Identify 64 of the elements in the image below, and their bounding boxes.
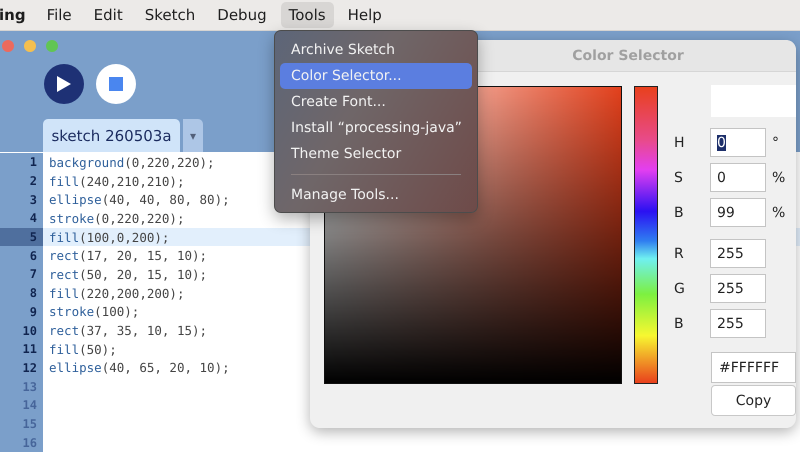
line-number: 15 (0, 414, 43, 434)
line-number: 5 (0, 228, 43, 246)
code-line: rect(37, 35, 10, 15); (48, 323, 208, 338)
input-field[interactable]: 0 (710, 163, 766, 192)
field-label: H (674, 134, 686, 150)
menu-item[interactable]: Tools (280, 2, 334, 28)
line-number: 10 (0, 321, 43, 340)
code-line: rect(17, 20, 15, 10); (48, 248, 208, 264)
input-field[interactable]: 255 (710, 309, 766, 338)
field-label: R (674, 246, 685, 262)
code-line: stroke(0,220,220); (48, 210, 184, 226)
unit-label: % (772, 170, 786, 186)
dialog-title: Color Selector (572, 48, 684, 64)
code-line: fill(100,0,200); (48, 230, 170, 245)
field-label: G (674, 280, 686, 296)
line-number: 7 (0, 265, 43, 284)
code-line: fill(240,210,210); (48, 174, 184, 189)
code-line: stroke(100); (48, 304, 140, 320)
line-number: 12 (0, 358, 43, 378)
field-label: S (674, 170, 684, 186)
line-number: 1 (0, 153, 43, 172)
code-line: ellipse(40, 40, 80, 80); (48, 192, 230, 208)
app-menu[interactable]: ing (0, 6, 26, 24)
input-field[interactable]: 99 (710, 198, 766, 227)
input-field[interactable]: 0 (710, 128, 766, 157)
line-number: 11 (0, 340, 43, 359)
unit-label: % (772, 204, 786, 220)
input-field[interactable]: 255 (710, 274, 766, 303)
copy-button[interactable]: Copy (711, 385, 796, 416)
line-number: 4 (0, 209, 43, 228)
stop-button[interactable] (96, 64, 136, 104)
line-number: 6 (0, 246, 43, 266)
stop-icon (109, 77, 123, 91)
tab-menu-button[interactable]: ▾ (183, 119, 203, 152)
code-line: fill(220,200,200); (48, 286, 184, 301)
code-line: rect(50, 20, 15, 10); (48, 266, 208, 282)
line-number: 13 (0, 377, 43, 396)
menu-item[interactable]: Create Font... (280, 89, 472, 115)
menu-item[interactable]: Help (340, 2, 390, 28)
field-label: B (674, 204, 685, 220)
sketch-tab[interactable]: sketch 260503a (43, 119, 180, 152)
menu-item[interactable]: Debug (209, 2, 275, 28)
menu-item[interactable]: Install “processing-java” (280, 115, 472, 141)
line-number: 2 (0, 172, 43, 190)
menu-item[interactable]: Theme Selector (280, 141, 472, 167)
run-button[interactable] (44, 64, 84, 104)
code-line: fill(50); (48, 342, 117, 357)
play-icon (57, 76, 71, 92)
input-field[interactable]: 255 (710, 239, 766, 268)
line-number: 3 (0, 190, 43, 210)
line-number: 16 (0, 433, 43, 452)
code-line: background(0,220,220); (48, 154, 215, 170)
code-line: ellipse(40, 65, 20, 10); (48, 360, 230, 376)
line-number: 14 (0, 396, 43, 415)
menu-item[interactable]: Sketch (136, 2, 204, 28)
line-number: 8 (0, 284, 43, 302)
hex-field[interactable]: #FFFFFF (711, 352, 796, 383)
menu-item[interactable]: Manage Tools... (280, 182, 472, 208)
menu-item[interactable]: Edit (86, 2, 131, 28)
line-number: 9 (0, 302, 43, 322)
unit-label: ° (772, 134, 779, 150)
menu-item[interactable]: Archive Sketch (280, 37, 472, 63)
field-label: B (674, 316, 685, 332)
menu-item[interactable]: File (38, 2, 80, 28)
